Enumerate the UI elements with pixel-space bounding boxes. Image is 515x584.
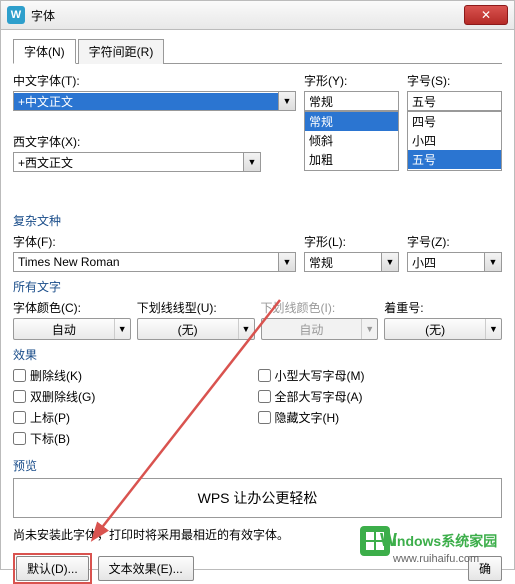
preview-box: WPS 让办公更轻松 [13, 478, 502, 518]
tab-font[interactable]: 字体(N) [13, 39, 76, 64]
style-option[interactable]: 加粗 [305, 150, 398, 169]
style-option[interactable]: 常规 [305, 112, 398, 131]
allcaps-checkbox[interactable]: 全部大写字母(A) [258, 388, 503, 405]
size-option[interactable]: 四号 [408, 112, 501, 131]
underline-combo[interactable]: (无)▼ [137, 318, 255, 340]
style-input[interactable]: 常规 [304, 91, 399, 111]
chevron-down-icon[interactable]: ▼ [484, 253, 501, 271]
font-color-combo[interactable]: 自动▼ [13, 318, 131, 340]
underline-color-label: 下划线颜色(I): [261, 299, 379, 316]
complex-font-label: 字体(F): [13, 233, 296, 250]
window-title: 字体 [31, 7, 464, 24]
chevron-down-icon[interactable]: ▼ [381, 253, 398, 271]
default-button-highlight: 默认(D)... [13, 553, 92, 584]
size-label: 字号(S): [407, 72, 502, 89]
style-listbox[interactable]: 常规 倾斜 加粗 [304, 111, 399, 171]
close-button[interactable]: ✕ [464, 5, 508, 25]
underline-color-combo: 自动▼ [261, 318, 379, 340]
complex-size-combo[interactable]: 小四▼ [407, 252, 502, 272]
style-option[interactable]: 倾斜 [305, 131, 398, 150]
complex-style-label: 字形(L): [304, 233, 399, 250]
watermark: W indows系统家园 www.ruihaifu.com [360, 526, 515, 574]
subscript-checkbox[interactable]: 下标(B) [13, 430, 258, 447]
strike-checkbox[interactable]: 删除线(K) [13, 367, 258, 384]
wn-font-combo[interactable]: +西文正文 ▼ [13, 152, 261, 172]
text-effect-button[interactable]: 文本效果(E)... [98, 556, 194, 581]
chevron-down-icon[interactable]: ▼ [485, 319, 501, 339]
complex-size-label: 字号(Z): [407, 233, 502, 250]
style-label: 字形(Y): [304, 72, 399, 89]
superscript-checkbox[interactable]: 上标(P) [13, 409, 258, 426]
wn-font-label: 西文字体(X): [13, 133, 261, 150]
underline-label: 下划线线型(U): [137, 299, 255, 316]
complex-font-combo[interactable]: Times New Roman▼ [13, 252, 296, 272]
chevron-down-icon[interactable]: ▼ [114, 319, 130, 339]
chevron-down-icon[interactable]: ▼ [243, 153, 260, 171]
complex-style-combo[interactable]: 常规▼ [304, 252, 399, 272]
size-option[interactable]: 小四 [408, 131, 501, 150]
cn-font-combo[interactable]: +中文正文 ▼ [13, 91, 296, 111]
chevron-down-icon[interactable]: ▼ [278, 253, 295, 271]
size-option[interactable]: 五号 [408, 150, 501, 169]
tab-spacing[interactable]: 字符间距(R) [78, 39, 165, 64]
chevron-down-icon[interactable]: ▼ [238, 319, 254, 339]
emphasis-label: 着重号: [384, 299, 502, 316]
preview-group-title: 预览 [13, 457, 502, 474]
chevron-down-icon[interactable]: ▼ [278, 92, 295, 110]
app-icon: W [7, 6, 25, 24]
font-color-label: 字体颜色(C): [13, 299, 131, 316]
size-input[interactable]: 五号 [407, 91, 502, 111]
complex-group-title: 复杂文种 [13, 212, 502, 229]
hidden-checkbox[interactable]: 隐藏文字(H) [258, 409, 503, 426]
alltext-group-title: 所有文字 [13, 278, 502, 295]
emphasis-combo[interactable]: (无)▼ [384, 318, 502, 340]
size-listbox[interactable]: 四号 小四 五号 [407, 111, 502, 171]
cn-font-label: 中文字体(T): [13, 72, 296, 89]
effects-group-title: 效果 [13, 346, 502, 363]
svg-text:www.ruihaifu.com: www.ruihaifu.com [392, 553, 479, 565]
dblstrike-checkbox[interactable]: 双删除线(G) [13, 388, 258, 405]
default-button[interactable]: 默认(D)... [16, 556, 89, 581]
smallcaps-checkbox[interactable]: 小型大写字母(M) [258, 367, 503, 384]
chevron-down-icon: ▼ [361, 319, 377, 339]
svg-text:indows系统家园: indows系统家园 [393, 533, 497, 549]
